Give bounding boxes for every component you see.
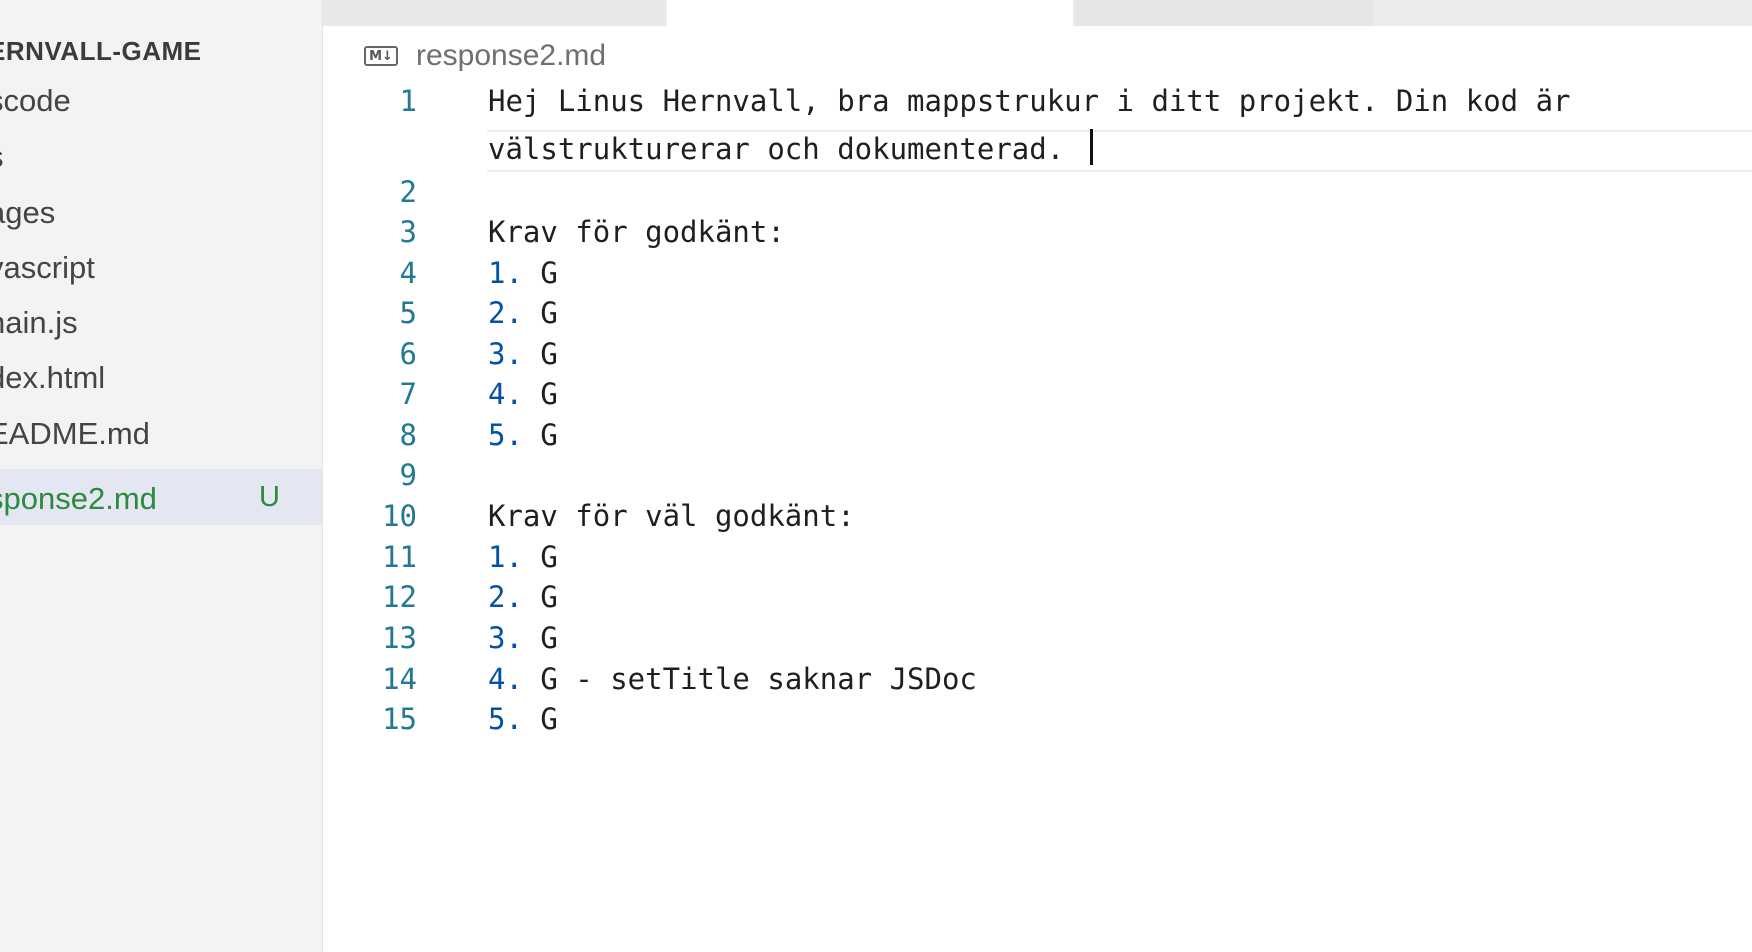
tree-item-images-folder[interactable]: ages (0, 183, 322, 239)
list-marker: 1. (488, 540, 523, 574)
editor-line[interactable]: 10 Krav för väl godkänt: (323, 495, 1752, 540)
tree-item-vscode-folder[interactable]: scode (0, 71, 322, 127)
line-text[interactable]: 2. G (488, 580, 558, 614)
list-item-text: G (522, 702, 558, 736)
editor-tab[interactable] (323, 0, 665, 26)
list-item-text: G (522, 377, 558, 411)
list-marker: 4. (488, 377, 523, 411)
text-cursor (1089, 129, 1093, 165)
tree-item-javascript-folder[interactable]: vascript (0, 238, 322, 294)
line-number: 13 (382, 621, 417, 655)
line-text[interactable]: Krav för godkänt: (488, 215, 785, 249)
explorer-sidebar: ERNVALL-GAME scode s ages vascript nain.… (0, 0, 323, 952)
editor-line[interactable]: 2 (323, 171, 1752, 216)
list-marker: 5. (488, 702, 523, 736)
list-marker: 3. (488, 621, 523, 655)
tree-item-label: scode (0, 83, 71, 118)
editor-line[interactable]: 11 1. G (323, 536, 1752, 581)
editor-line[interactable]: 9 (323, 454, 1752, 499)
list-item-text: G (522, 580, 558, 614)
line-number: 8 (399, 418, 417, 452)
editor-line[interactable]: 6 3. G (323, 333, 1752, 378)
line-number: 14 (382, 662, 417, 696)
list-marker: 2. (488, 580, 523, 614)
editor-line[interactable]: 4 1. G (323, 252, 1752, 297)
git-untracked-badge: U (259, 481, 280, 513)
line-number: 12 (382, 580, 417, 614)
tree-item-label: s (0, 139, 4, 175)
editor-line[interactable]: 12 2. G (323, 576, 1752, 621)
wrapped-line-text[interactable]: välstrukturerar och dokumenterad. (488, 129, 1093, 166)
tree-item-label: dex.html (0, 360, 106, 395)
line-number: 5 (399, 296, 417, 330)
editor-line[interactable]: 7 4. G (323, 373, 1752, 418)
line-number: 15 (382, 702, 417, 736)
line-number: 1 (399, 84, 417, 118)
tree-item-label: sponse2.md (0, 481, 157, 516)
markdown-icon: M↓ (364, 46, 398, 66)
editor-line[interactable]: 5 2. G (323, 292, 1752, 337)
line-number: 6 (399, 337, 417, 371)
breadcrumb[interactable]: M↓ response2.md (364, 38, 606, 74)
line-text[interactable]: 5. G (488, 418, 558, 452)
explorer-project-title[interactable]: ERNVALL-GAME (0, 36, 202, 67)
tree-item-label: vascript (0, 250, 95, 285)
line-text[interactable]: 1. G (488, 256, 558, 290)
tree-item-label: EADME.md (0, 416, 150, 451)
editor-line[interactable]: 1 Hej Linus Hernvall, bra mappstrukur i … (323, 80, 1752, 166)
list-item-text: G (522, 296, 558, 330)
line-text[interactable]: Hej Linus Hernvall, bra mappstrukur i di… (488, 84, 1571, 118)
line-text[interactable]: 1. G (488, 540, 558, 574)
line-number: 7 (399, 377, 417, 411)
editor-line[interactable]: 14 4. G - setTitle saknar JSDoc (323, 658, 1752, 703)
line-text[interactable]: 3. G (488, 337, 558, 371)
editor-tab-active[interactable] (667, 0, 1073, 26)
list-item-text: G (522, 337, 558, 371)
list-marker: 5. (488, 418, 523, 452)
tree-item-label: ages (0, 195, 56, 230)
list-marker: 3. (488, 337, 523, 371)
tree-item-label: nain.js (0, 305, 78, 340)
line-text[interactable]: Krav för väl godkänt: (488, 499, 855, 533)
list-item-text: G (522, 256, 558, 290)
code-editor[interactable]: 1 Hej Linus Hernvall, bra mappstrukur i … (323, 80, 1752, 952)
editor-line[interactable]: 3 Krav för godkänt: (323, 211, 1752, 256)
tree-item-index-html[interactable]: dex.html (0, 348, 322, 404)
line-number: 10 (382, 499, 417, 533)
line-text[interactable]: 2. G (488, 296, 558, 330)
line-text[interactable]: 4. G (488, 377, 558, 411)
list-marker: 2. (488, 296, 523, 330)
list-marker: 1. (488, 256, 523, 290)
list-item-text: G (522, 418, 558, 452)
line-number: 3 (399, 215, 417, 249)
editor-line[interactable]: 13 3. G (323, 617, 1752, 662)
list-marker: 4. (488, 662, 523, 696)
editor-line[interactable]: 15 5. G (323, 698, 1752, 743)
line-number: 9 (399, 458, 417, 492)
line-text[interactable]: 5. G (488, 702, 558, 736)
tree-item-readme-md[interactable]: EADME.md (0, 404, 322, 460)
list-item-text: G (522, 621, 558, 655)
tree-item-response2-md[interactable]: sponse2.md U (0, 469, 322, 525)
line-text[interactable]: 3. G (488, 621, 558, 655)
editor-tab-strip (323, 0, 1752, 26)
line-number: 4 (399, 256, 417, 290)
line-number: 2 (399, 175, 417, 209)
list-item-text: G (522, 540, 558, 574)
line-text[interactable]: 4. G - setTitle saknar JSDoc (488, 662, 977, 696)
vscode-window: ERNVALL-GAME scode s ages vascript nain.… (0, 0, 1752, 952)
editor-line[interactable]: 8 5. G (323, 414, 1752, 459)
editor-tab[interactable] (1375, 0, 1752, 26)
breadcrumb-file-name[interactable]: response2.md (416, 39, 606, 73)
editor-tab[interactable] (1075, 0, 1373, 26)
line-number: 11 (382, 540, 417, 574)
tree-item-css-folder[interactable]: s (0, 127, 322, 183)
wrapped-text: välstrukturerar och dokumenterad. (488, 132, 1082, 166)
tree-item-main-js[interactable]: nain.js (0, 293, 322, 349)
list-item-text: G - setTitle saknar JSDoc (522, 662, 977, 696)
